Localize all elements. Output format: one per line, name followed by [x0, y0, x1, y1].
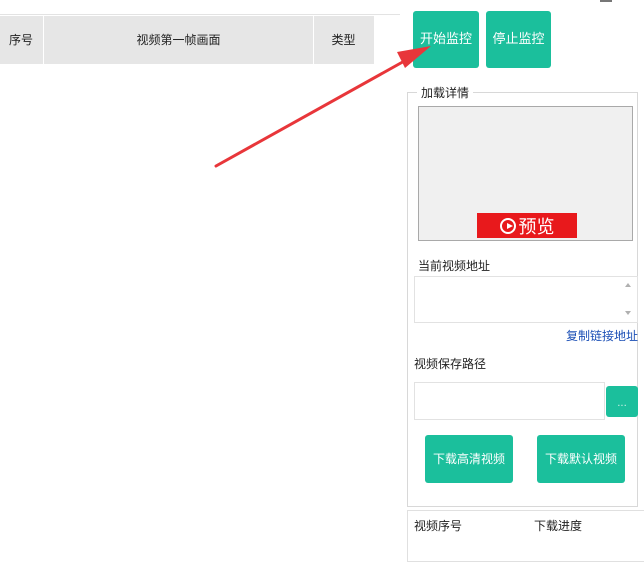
preview-label: 预览	[518, 216, 555, 238]
current-url-field[interactable]	[414, 276, 638, 323]
stop-monitor-button[interactable]: 停止监控	[486, 11, 551, 68]
column-header-type[interactable]: 类型	[313, 16, 374, 64]
play-circle-icon	[499, 217, 516, 234]
start-monitor-button[interactable]: 开始监控	[413, 11, 479, 68]
preview-button[interactable]: 预览	[477, 213, 577, 238]
scroll-down-icon[interactable]	[625, 311, 631, 315]
save-path-field[interactable]	[414, 382, 605, 420]
video-table-header: 序号 视频第一帧画面 类型	[0, 16, 374, 64]
minimize-icon[interactable]	[600, 0, 612, 2]
scroll-up-icon[interactable]	[625, 283, 631, 287]
current-url-label: 当前视频地址	[418, 259, 491, 273]
copy-link-address[interactable]: 复制链接地址	[566, 327, 638, 344]
download-default-button[interactable]: 下载默认视频	[537, 435, 625, 483]
top-divider	[0, 14, 400, 15]
column-header-video-index: 视频序号	[414, 519, 463, 533]
save-path-label: 视频保存路径	[414, 357, 487, 371]
browse-folder-button[interactable]: ...	[606, 386, 638, 417]
download-hd-button[interactable]: 下载高清视频	[425, 435, 513, 483]
video-table-body[interactable]	[0, 64, 400, 560]
load-details-title: 加载详情	[417, 84, 474, 101]
column-header-index[interactable]: 序号	[0, 16, 42, 64]
column-header-first-frame[interactable]: 视频第一帧画面	[43, 16, 314, 64]
column-header-progress: 下载进度	[534, 519, 583, 533]
